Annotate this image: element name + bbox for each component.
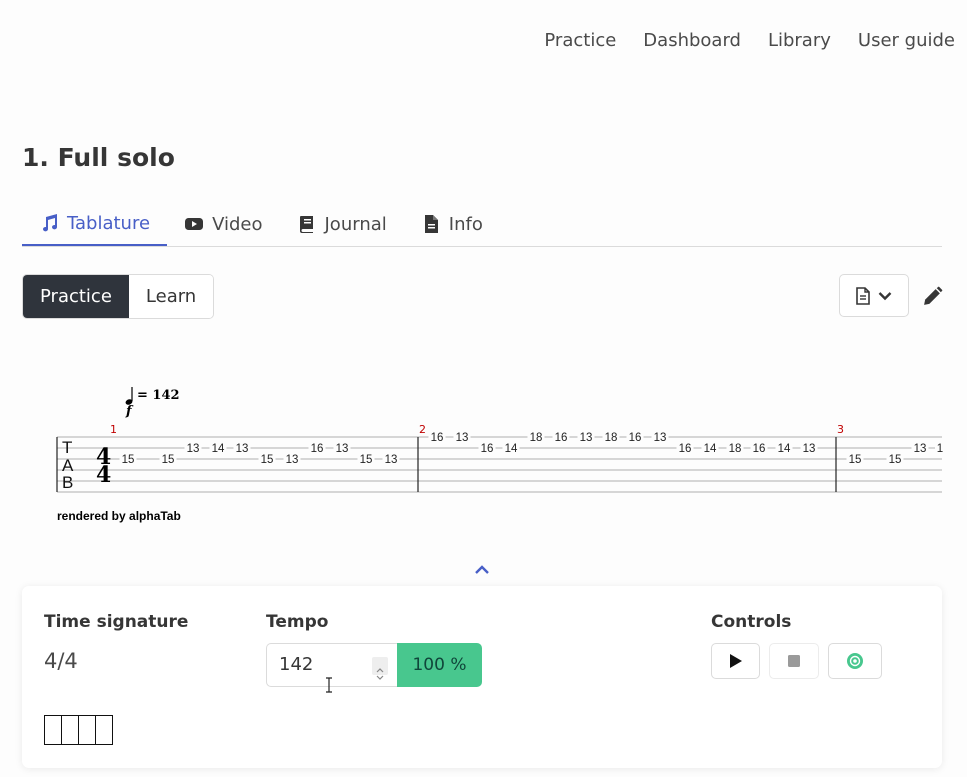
fret-number: 16 xyxy=(481,443,494,455)
fret-number: 15 xyxy=(261,454,274,466)
pencil-icon[interactable] xyxy=(922,286,943,307)
fret-number: 13 xyxy=(236,443,249,455)
tab-journal[interactable]: Journal xyxy=(280,202,404,246)
youtube-icon xyxy=(185,218,204,230)
metronome-button[interactable] xyxy=(828,643,882,679)
fret-number: 14 xyxy=(778,443,791,455)
fret-number: 15 xyxy=(360,454,373,466)
tab-video[interactable]: Video xyxy=(167,202,279,246)
fret-number: 13 xyxy=(187,443,200,455)
tab-info-label: Info xyxy=(448,213,483,235)
tab-video-label: Video xyxy=(212,213,263,235)
play-icon xyxy=(729,654,742,668)
chevron-down-icon xyxy=(878,291,892,300)
time-signature-bottom: 4 xyxy=(96,462,111,488)
dynamic-mark: f xyxy=(125,404,134,419)
tempo-spinner[interactable] xyxy=(372,657,388,680)
tempo-label: Tempo xyxy=(266,612,329,632)
beat-box xyxy=(95,715,113,745)
learn-mode-button[interactable]: Learn xyxy=(128,275,214,318)
text-cursor-icon xyxy=(326,677,332,693)
nav-practice[interactable]: Practice xyxy=(544,30,616,51)
tab-clef-b: B xyxy=(62,473,73,492)
practice-mode-button[interactable]: Practice xyxy=(23,275,129,318)
book-icon xyxy=(299,216,313,233)
fret-number: 1 xyxy=(937,443,943,455)
fret-number: 16 xyxy=(629,432,642,444)
practice-panel: Time signature 4/4 Tempo 142 100 % Contr… xyxy=(22,586,942,768)
fret-number: 14 xyxy=(212,443,225,455)
bar-number: 1 xyxy=(110,423,117,436)
fret-number: 13 xyxy=(456,432,469,444)
beat-box xyxy=(78,715,96,745)
fret-number: 13 xyxy=(286,454,299,466)
tab-journal-label: Journal xyxy=(324,213,387,235)
nav-dashboard[interactable]: Dashboard xyxy=(643,30,741,51)
fret-number: 15 xyxy=(889,454,902,466)
beat-indicator xyxy=(44,715,113,745)
record-circle-icon xyxy=(847,653,863,669)
tempo-value: 142 xyxy=(279,654,314,675)
time-signature-value: 4/4 xyxy=(44,649,78,673)
fret-number: 18 xyxy=(729,443,742,455)
tab-clef-t: T xyxy=(62,438,72,457)
stop-button[interactable] xyxy=(769,643,819,679)
tempo-percent-badge[interactable]: 100 % xyxy=(397,643,482,687)
beat-box xyxy=(61,715,79,745)
fret-number: 13 xyxy=(336,443,349,455)
tab-tablature[interactable]: Tablature xyxy=(22,202,168,246)
file-menu-button[interactable] xyxy=(839,274,909,317)
file-icon xyxy=(424,215,438,233)
fret-number: 15 xyxy=(122,454,135,466)
tempo-mark-text: = 142 xyxy=(137,388,180,403)
stop-icon xyxy=(788,655,800,667)
music-note-icon xyxy=(43,214,58,232)
controls-label: Controls xyxy=(711,612,792,632)
fret-number: 16 xyxy=(679,443,692,455)
bar-number: 3 xyxy=(837,423,844,436)
fret-number: 13 xyxy=(654,432,667,444)
render-credit: rendered by alphaTab xyxy=(57,509,181,523)
spinner-arrows-icon xyxy=(376,668,384,680)
fret-number: 13 xyxy=(914,443,927,455)
fret-number: 13 xyxy=(803,443,816,455)
play-button[interactable] xyxy=(711,643,760,679)
fret-number: 18 xyxy=(530,432,543,444)
nav-library[interactable]: Library xyxy=(768,30,831,51)
fret-number: 14 xyxy=(704,443,717,455)
fret-number: 13 xyxy=(385,454,398,466)
chevron-up-icon[interactable] xyxy=(472,562,492,578)
top-nav: Practice Dashboard Library User guide xyxy=(544,30,955,51)
fret-number: 16 xyxy=(753,443,766,455)
tab-info[interactable]: Info xyxy=(404,202,500,246)
fret-number: 18 xyxy=(605,432,618,444)
fret-number: 14 xyxy=(505,443,518,455)
tempo-marking: = 142 f xyxy=(125,387,180,419)
mode-toggle: Practice Learn xyxy=(22,274,215,319)
beat-box xyxy=(44,715,62,745)
file-outline-icon xyxy=(856,286,870,305)
time-signature-label: Time signature xyxy=(44,612,189,632)
page-title: 1. Full solo xyxy=(22,143,175,172)
fret-number: 16 xyxy=(311,443,324,455)
fret-number: 13 xyxy=(580,432,593,444)
fret-number: 15 xyxy=(162,454,175,466)
fret-number: 16 xyxy=(555,432,568,444)
bar-number: 2 xyxy=(419,423,426,436)
nav-user-guide[interactable]: User guide xyxy=(858,30,955,51)
tab-bar: Tablature Video Journal Info xyxy=(22,202,942,247)
tab-tablature-label: Tablature xyxy=(67,212,151,234)
fret-number: 15 xyxy=(849,454,862,466)
fret-number: 16 xyxy=(431,432,444,444)
